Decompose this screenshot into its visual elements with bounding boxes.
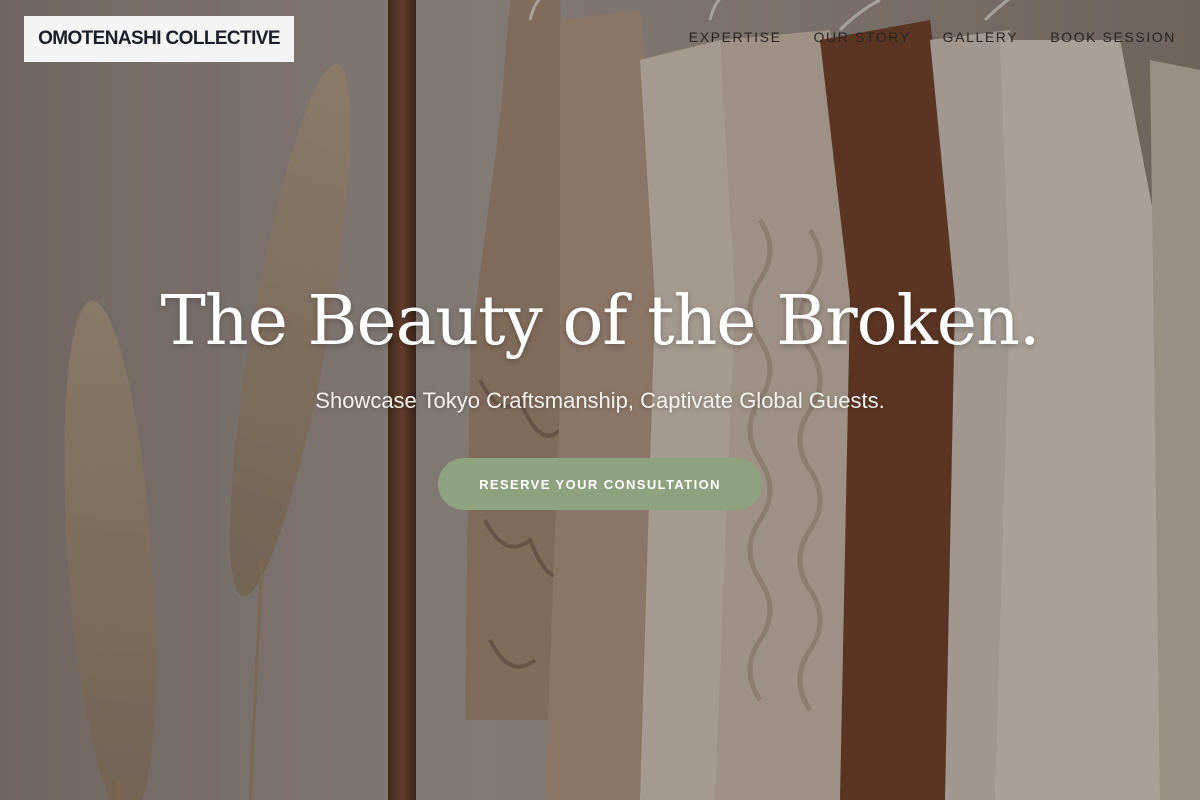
- brand-logo[interactable]: OMOTENASHI COLLECTIVE: [24, 16, 294, 62]
- nav-item-gallery[interactable]: GALLERY: [943, 29, 1019, 45]
- brand-logo-text: OMOTENASHI COLLECTIVE: [38, 28, 280, 49]
- main-navigation: EXPERTISE OUR STORY GALLERY BOOK SESSION: [689, 29, 1176, 45]
- nav-item-our-story[interactable]: OUR STORY: [814, 29, 911, 45]
- hero-section: OMOTENASHI COLLECTIVE EXPERTISE OUR STOR…: [0, 0, 1200, 800]
- nav-item-expertise[interactable]: EXPERTISE: [689, 29, 782, 45]
- nav-item-book-session[interactable]: BOOK SESSION: [1050, 29, 1176, 45]
- reserve-consultation-button[interactable]: RESERVE YOUR CONSULTATION: [438, 458, 762, 510]
- hero-subtitle: Showcase Tokyo Craftsmanship, Captivate …: [315, 388, 885, 413]
- hero-headline: The Beauty of the Broken.: [160, 282, 1041, 361]
